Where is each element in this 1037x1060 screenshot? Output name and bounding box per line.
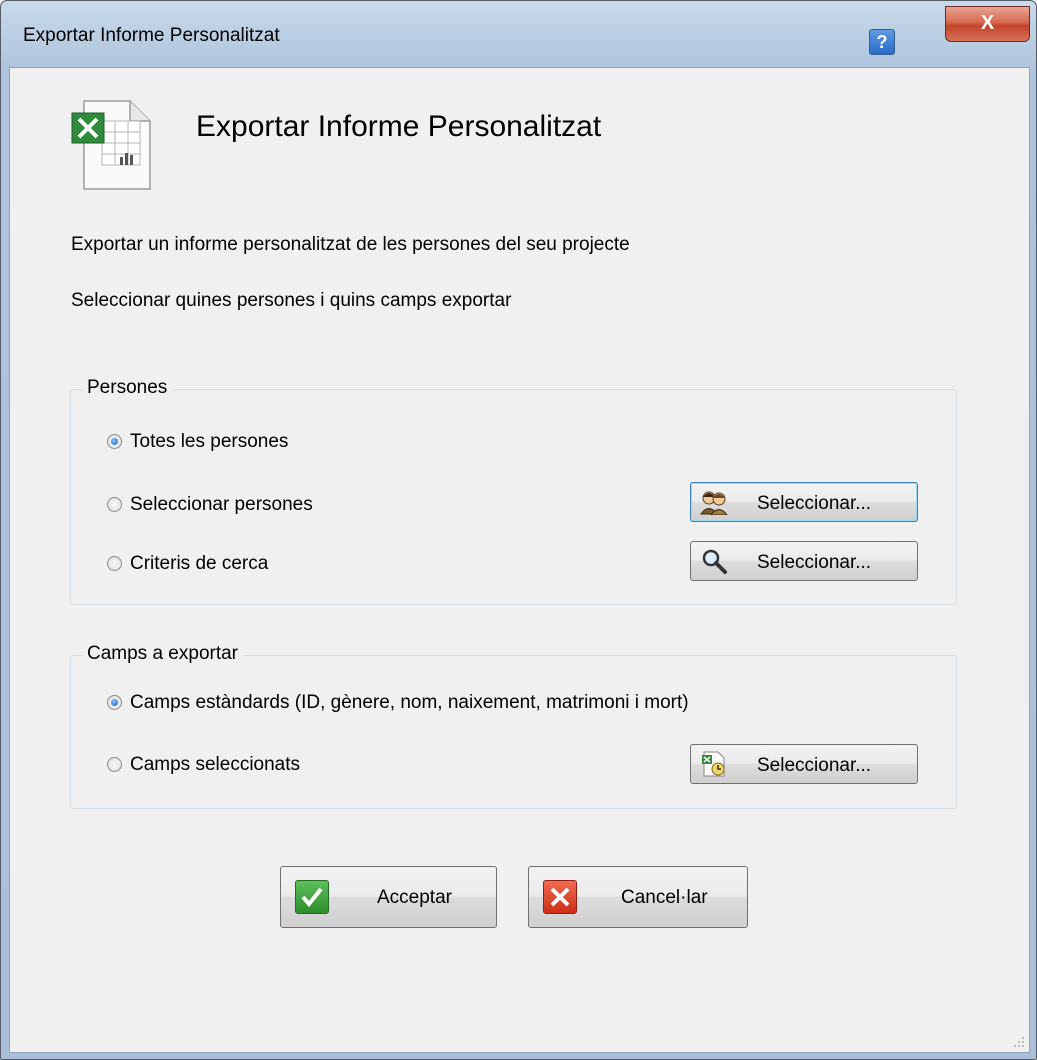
cancel-button[interactable]: Cancel·lar bbox=[528, 866, 748, 928]
persons-group: Persones Totes les persones Seleccionar … bbox=[70, 377, 957, 605]
help-button[interactable]: ? bbox=[869, 29, 895, 55]
dialog-body: Exportar Informe Personalitzat Exportar … bbox=[9, 67, 1030, 1053]
cross-icon bbox=[543, 880, 577, 914]
magnifier-icon bbox=[702, 549, 727, 574]
persons-group-title: Persones bbox=[83, 377, 174, 399]
radio-label[interactable]: Camps seleccionats bbox=[130, 754, 300, 776]
button-label: Seleccionar... bbox=[757, 755, 872, 776]
people-icon bbox=[700, 491, 728, 515]
checkmark-icon bbox=[295, 880, 329, 914]
radio-label[interactable]: Seleccionar persones bbox=[130, 494, 313, 516]
dialog-heading: Exportar Informe Personalitzat bbox=[196, 110, 602, 143]
close-button[interactable]: X bbox=[945, 6, 1030, 42]
radio-indicator[interactable] bbox=[107, 556, 122, 571]
radio-indicator[interactable] bbox=[107, 757, 122, 772]
search-criteria-button[interactable]: Seleccionar... bbox=[690, 541, 918, 581]
cancel-label: Cancel·lar bbox=[621, 887, 708, 908]
radio-indicator[interactable] bbox=[107, 497, 122, 512]
fields-group-title: Camps a exportar bbox=[83, 643, 245, 665]
button-label: Seleccionar... bbox=[757, 493, 872, 514]
radio-label[interactable]: Criteris de cerca bbox=[130, 553, 268, 575]
title-bar[interactable]: Exportar Informe Personalitzat ? X bbox=[1, 1, 1036, 67]
accept-label: Acceptar bbox=[377, 887, 452, 908]
description-line-2: Seleccionar quines persones i quins camp… bbox=[71, 290, 512, 311]
spreadsheet-fields-icon bbox=[702, 751, 725, 777]
radio-label[interactable]: Totes les persones bbox=[130, 431, 288, 453]
accept-button[interactable]: Acceptar bbox=[280, 866, 497, 928]
select-persons-button[interactable]: Seleccionar... bbox=[690, 482, 918, 522]
radio-label[interactable]: Camps estàndards (ID, gènere, nom, naixe… bbox=[130, 692, 689, 714]
select-fields-button[interactable]: Seleccionar... bbox=[690, 744, 918, 784]
button-label: Seleccionar... bbox=[757, 552, 872, 573]
resize-grip-icon[interactable] bbox=[1011, 1034, 1025, 1048]
excel-document-icon bbox=[71, 100, 151, 190]
fields-group: Camps a exportar Camps estàndards (ID, g… bbox=[70, 643, 957, 809]
radio-indicator[interactable] bbox=[107, 434, 122, 449]
window-title: Exportar Informe Personalitzat bbox=[23, 25, 280, 46]
radio-indicator[interactable] bbox=[107, 695, 122, 710]
dialog-window: Exportar Informe Personalitzat ? X Expor… bbox=[0, 0, 1037, 1060]
description-line-1: Exportar un informe personalitzat de les… bbox=[71, 234, 630, 255]
